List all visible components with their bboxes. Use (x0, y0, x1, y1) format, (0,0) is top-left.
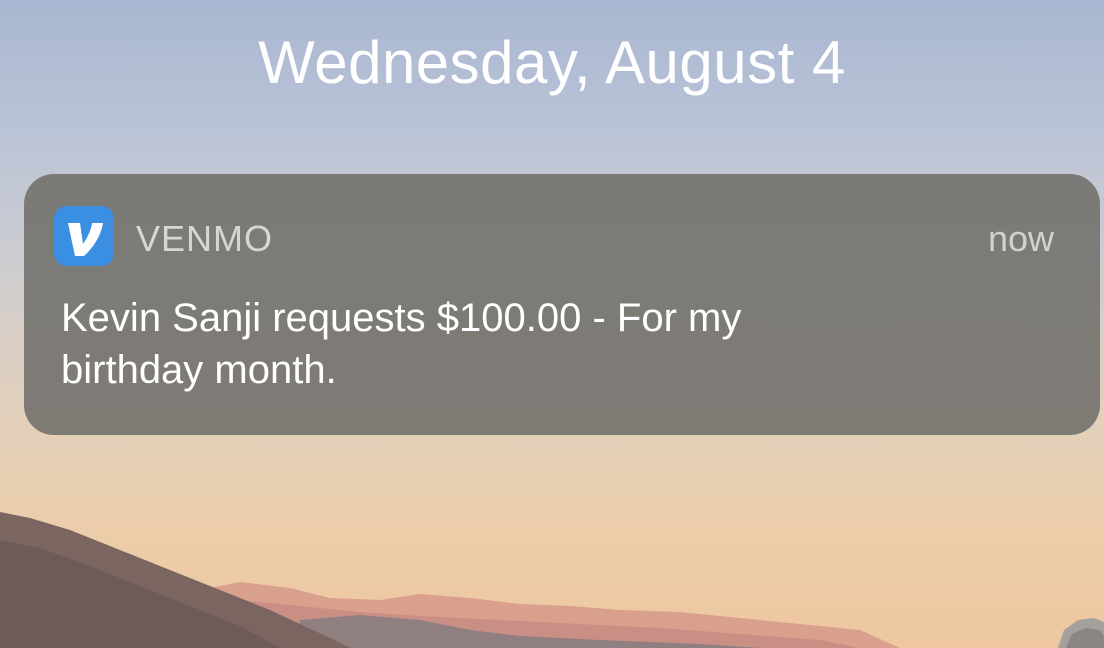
lock-screen-date: Wednesday, August 4 (258, 29, 846, 96)
notification-time: now (987, 218, 1054, 259)
notification-message: Kevin Sanji requests $100.00 - For my bi… (61, 296, 742, 392)
venmo-notification[interactable]: VENMO now Kevin Sanji requests $100.00 -… (24, 174, 1100, 435)
venmo-v-icon (54, 206, 114, 266)
notification-app-name: VENMO (136, 218, 274, 259)
